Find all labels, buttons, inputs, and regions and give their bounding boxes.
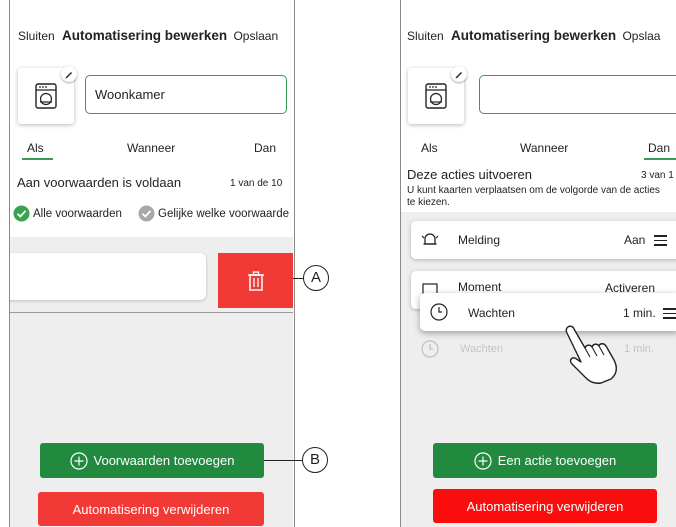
left-header: Sluiten Automatisering bewerken Opslaan [18, 28, 288, 43]
save-button[interactable]: Opslaan [233, 29, 278, 43]
callout-a: A [303, 265, 329, 291]
tab-dan-indicator [644, 158, 676, 160]
tab-wanneer[interactable]: Wanneer [520, 141, 568, 155]
condition-count: 1 van de 10 [230, 178, 283, 189]
option-all-label: Alle voorwaarden [33, 207, 122, 220]
delete-automation-button[interactable]: Automatisering verwijderen [38, 492, 264, 526]
option-any-label: Gelijke welke voorwaarde [158, 207, 290, 220]
page-title: Automatisering bewerken [451, 28, 617, 43]
add-condition-label: Voorwaarden toevoegen [93, 453, 235, 468]
delete-swipe-button[interactable] [218, 253, 293, 308]
check-circle-icon [13, 205, 30, 222]
close-button[interactable]: Sluiten [407, 29, 444, 43]
action-card-melding[interactable]: Melding Aan [411, 221, 676, 259]
condition-card[interactable] [10, 253, 206, 300]
edit-pencil-icon[interactable] [451, 66, 467, 82]
left-screen: Sluiten Automatisering bewerken Opslaan … [10, 0, 293, 527]
name-input[interactable] [479, 75, 676, 114]
plus-circle-icon [474, 451, 492, 470]
delete-automation-button[interactable]: Automatisering verwijderen [433, 489, 657, 523]
drag-handle-icon[interactable] [654, 235, 667, 249]
callout-b-line [264, 460, 304, 461]
actions-title: Deze acties uitvoeren [407, 167, 533, 182]
action-label: Wachten [460, 343, 504, 355]
right-screen: Sluiten Automatisering bewerken Opslaa A… [401, 0, 676, 527]
clock-icon [430, 303, 448, 321]
tab-dan[interactable]: Dan [254, 141, 276, 155]
action-value: Aan [624, 233, 646, 247]
plus-circle-icon [69, 451, 88, 470]
tab-wanneer[interactable]: Wanneer [127, 141, 175, 155]
action-label: Wachten [468, 306, 515, 320]
action-label: Melding [458, 233, 501, 247]
bell-icon [421, 233, 439, 245]
name-input[interactable]: Woonkamer [85, 75, 287, 114]
trash-icon [247, 270, 264, 291]
option-all[interactable]: Alle voorwaarden [13, 205, 122, 222]
tab-als[interactable]: Als [27, 141, 44, 155]
tab-dan[interactable]: Dan [648, 141, 670, 155]
delete-automation-label: Automatisering verwijderen [72, 501, 230, 517]
action-value: 1 min. [623, 306, 656, 320]
close-button[interactable]: Sluiten [18, 29, 55, 43]
actions-area [401, 212, 676, 527]
divider [10, 312, 293, 313]
reorder-hint: U kunt kaarten verplaatsen om de volgord… [407, 185, 660, 208]
delete-automation-label: Automatisering verwijderen [466, 498, 624, 514]
action-label: Moment [458, 280, 502, 294]
right-header: Sluiten Automatisering bewerken Opslaa [407, 28, 676, 43]
add-condition-button[interactable]: Voorwaarden toevoegen [40, 443, 264, 478]
hand-pointer-icon [565, 325, 618, 384]
edit-pencil-icon[interactable] [61, 66, 77, 82]
save-button[interactable]: Opslaa [622, 29, 660, 43]
tab-als[interactable]: Als [421, 141, 438, 155]
actions-count: 3 van 1 [641, 170, 674, 181]
add-action-button[interactable]: Een actie toevoegen [433, 443, 657, 478]
clock-icon [421, 340, 439, 358]
check-circle-icon [138, 205, 155, 222]
page-title: Automatisering bewerken [62, 28, 228, 43]
condition-title: Aan voorwaarden is voldaan [17, 175, 182, 190]
action-card-wachten-placeholder: Wachten 1 min. [411, 330, 676, 368]
add-action-label: Een actie toevoegen [497, 453, 617, 468]
action-card-wachten-dragging[interactable]: Wachten 1 min. [420, 293, 676, 331]
drag-handle-icon[interactable] [663, 308, 676, 322]
callout-b: B [302, 447, 328, 473]
option-any[interactable]: Gelijke welke voorwaarde [138, 205, 289, 222]
tab-als-indicator [22, 158, 53, 160]
